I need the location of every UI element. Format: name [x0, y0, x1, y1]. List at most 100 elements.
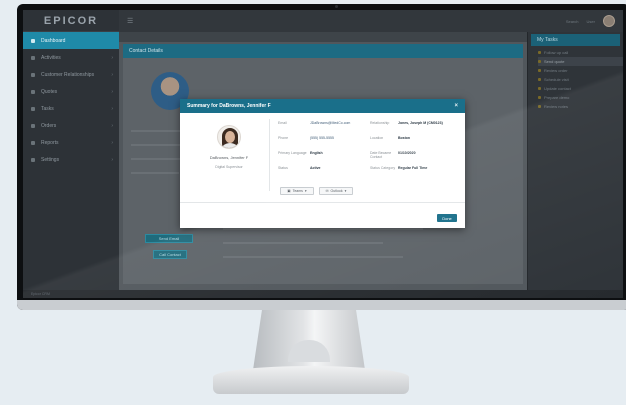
list-item[interactable]: Prepare demo [538, 93, 623, 102]
list-item[interactable]: Update contact [538, 84, 623, 93]
profile-photo [217, 125, 241, 149]
send-email-button[interactable]: Send Email [145, 234, 193, 243]
task-icon [538, 87, 541, 90]
nav-icon [31, 72, 35, 77]
call-contact-button[interactable]: Call Contact [153, 250, 187, 259]
field-value: Jones, Joseph M (CM0123) [398, 121, 443, 125]
search-hint[interactable]: Search [566, 19, 579, 24]
divider [223, 228, 423, 230]
hamburger-icon[interactable]: ☰ [127, 17, 133, 25]
monitor-chin [17, 300, 626, 310]
nav-icon [31, 89, 35, 94]
chevron-right-icon: › [111, 54, 113, 61]
sidebar-item-label: Settings [41, 156, 60, 163]
sidebar-item[interactable]: Tasks › [23, 100, 119, 117]
monitor-bezel: EPICOR Dashboard Activities › Customer Rela… [17, 4, 626, 310]
field-value: Regular Full Time [398, 166, 428, 170]
right-panel: My Tasks Follow up call Send quote Review … [527, 32, 623, 290]
chevron-right-icon: › [111, 156, 113, 163]
field-row: Email JDaBrowns@MedCo.com Relationship J… [278, 119, 458, 134]
sidebar-nav: Dashboard Activities › Customer Relationshi… [23, 32, 119, 168]
screen: EPICOR Dashboard Activities › Customer Rela… [23, 10, 623, 298]
chevron-down-icon: ▾ [344, 189, 347, 193]
task-icon [538, 96, 541, 99]
sidebar-item[interactable]: Quotes › [23, 83, 119, 100]
divider [180, 202, 465, 203]
field-label: Phone [278, 136, 289, 140]
summary-modal: Summary for DaBrowns, Jennifer F × DaBro… [180, 99, 465, 228]
field-label: Date Became Contact [370, 151, 392, 159]
divider [131, 172, 179, 174]
modal-header: Summary for DaBrowns, Jennifer F × [180, 99, 465, 113]
field-label: Status [278, 166, 288, 170]
sidebar-item-label: Reports [41, 139, 59, 146]
task-list: Follow up call Send quote Review order Sche… [528, 48, 623, 111]
sidebar-item[interactable]: Orders › [23, 117, 119, 134]
nav-icon [31, 38, 35, 43]
outlook-button[interactable]: ✉ Outlook ▾ [319, 187, 353, 195]
nav-icon [31, 140, 35, 145]
sidebar-item[interactable]: Activities › [23, 49, 119, 66]
list-item[interactable]: Send quote [538, 57, 623, 66]
detail-fields: Email JDaBrowns@MedCo.com Relationship J… [278, 119, 458, 179]
profile-name: DaBrowns, Jennifer F [209, 155, 249, 160]
field-row: Phone (555) 555-5555 Location Boston [278, 134, 458, 149]
sidebar-item[interactable]: Customer Relationships › [23, 66, 119, 83]
phone-value[interactable]: (555) 555-5555 [310, 134, 370, 140]
task-icon [538, 60, 541, 63]
task-label: Update contact [544, 86, 571, 91]
list-item[interactable]: Follow up call [538, 48, 623, 57]
email-value[interactable]: JDaBrowns@MedCo.com [310, 119, 370, 125]
divider [131, 144, 186, 146]
task-label: Send quote [544, 59, 565, 64]
list-item[interactable]: Review notes [538, 102, 623, 111]
camera-dot [335, 5, 338, 8]
divider [223, 242, 383, 244]
avatar[interactable] [603, 15, 615, 27]
field-value: Boston [398, 136, 411, 140]
task-label: Review order [544, 68, 568, 73]
field-label: Relationship [370, 121, 390, 125]
right-panel-title: My Tasks [531, 34, 620, 46]
sidebar-item-label: Activities [41, 54, 61, 61]
task-label: Prepare demo [544, 95, 570, 100]
modal-title: Summary for DaBrowns, Jennifer F [187, 103, 271, 109]
field-value: 01/10/2020 [398, 151, 416, 155]
task-icon [538, 78, 541, 81]
sidebar-item[interactable]: Reports › [23, 134, 119, 151]
app-logo: EPICOR [23, 10, 119, 32]
monitor-stand-foot [213, 366, 409, 394]
card-title: Contact Details [123, 44, 523, 58]
chevron-right-icon: › [111, 71, 113, 78]
user-label[interactable]: User [587, 19, 595, 24]
sidebar-item[interactable]: Dashboard [23, 32, 119, 49]
top-bar: ☰ Search User [119, 10, 623, 32]
chevron-right-icon: › [111, 139, 113, 146]
profile-subtitle: Digital Supervisor [215, 165, 243, 169]
status-bar: Epicor CRM [23, 290, 623, 298]
chevron-right-icon: › [111, 122, 113, 129]
sidebar-item-label: Dashboard [41, 37, 66, 44]
task-icon [538, 51, 541, 54]
nav-icon [31, 123, 35, 128]
list-item[interactable]: Review order [538, 66, 623, 75]
field-value: English [310, 151, 323, 155]
outlook-label: Outlook [330, 189, 343, 193]
sidebar-item[interactable]: Settings › [23, 151, 119, 168]
teams-button[interactable]: ▣ Teams ▾ [280, 187, 314, 195]
task-label: Review notes [544, 104, 569, 109]
task-icon [538, 105, 541, 108]
task-label: Follow up call [544, 50, 569, 55]
sidebar-item-label: Customer Relationships [41, 71, 95, 78]
task-icon [538, 69, 541, 72]
field-label: Email [278, 121, 287, 125]
field-row: Status Active Status Category Regular Fu… [278, 164, 458, 179]
list-item[interactable]: Schedule visit [538, 75, 623, 84]
close-icon[interactable]: × [454, 103, 458, 109]
chevron-right-icon: › [111, 105, 113, 112]
teams-label: Teams [292, 189, 303, 193]
nav-icon [31, 157, 35, 162]
divider [223, 256, 403, 258]
done-button[interactable]: Done [437, 214, 457, 222]
profile-card: DaBrowns, Jennifer F Digital Supervisor [188, 119, 270, 191]
